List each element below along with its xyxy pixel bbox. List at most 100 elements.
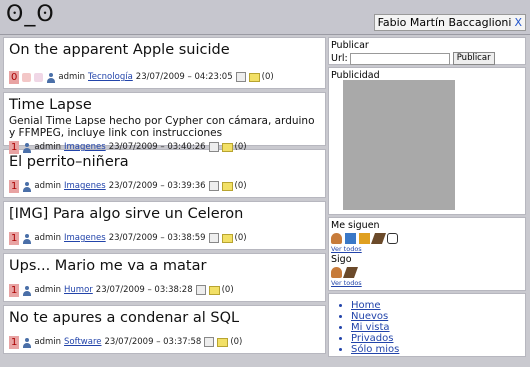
menu-item-nuevos[interactable]: Nuevos	[351, 311, 525, 322]
comment-icon[interactable]	[248, 72, 260, 82]
menu-item-privados[interactable]: Privados	[351, 333, 525, 344]
post-description: Genial Time Lapse hecho por Cypher con c…	[9, 115, 315, 139]
url-input[interactable]	[349, 52, 450, 65]
nav-menu: Home Nuevos Mi vista Privados Sólo mios	[328, 293, 526, 357]
comment-count[interactable]: (0)	[262, 72, 274, 82]
follower-avatar-icon[interactable]	[387, 233, 398, 244]
checkbox-icon[interactable]	[208, 142, 219, 152]
post-date: 23/07/2009 – 03:40:26	[108, 142, 206, 152]
post-item: El perrito–niñera 1 admin Imagenes 23/07…	[3, 149, 326, 198]
post-category-link[interactable]: Imagenes	[64, 142, 106, 152]
post-title[interactable]: No te apures a condenar al SQL	[9, 309, 320, 327]
top-bar: ʘ_ʘ Fabio Martín Baccaglioni X	[0, 0, 530, 35]
score-badge: 1	[9, 283, 20, 297]
user-icon	[22, 181, 32, 192]
post-meta: 1 admin Imagenes 23/07/2009 – 03:39:36 (…	[9, 179, 320, 193]
checkbox-icon[interactable]	[204, 337, 215, 347]
user-box: Fabio Martín Baccaglioni X	[373, 14, 526, 31]
url-row: Url: Publicar	[331, 52, 523, 65]
score-badge: 1	[9, 179, 20, 193]
url-label: Url:	[331, 53, 348, 64]
comment-icon[interactable]	[217, 337, 229, 347]
post-date: 23/07/2009 – 03:38:28	[95, 285, 193, 295]
follow-panel: Me siguen Ver todos Sigo Ver todos	[328, 217, 526, 291]
post-title[interactable]: Time Lapse	[9, 96, 320, 114]
post-title[interactable]: El perrito–niñera	[9, 153, 320, 171]
comment-icon[interactable]	[221, 233, 233, 243]
follower-avatar-icon[interactable]	[359, 233, 370, 244]
follower-avatar-icon[interactable]	[345, 233, 356, 244]
logo[interactable]: ʘ_ʘ	[6, 2, 55, 27]
post-meta: 1 admin Software 23/07/2009 – 03:37:58 (…	[9, 335, 320, 349]
post-item: On the apparent Apple suicide 0 admin Te…	[3, 37, 326, 89]
follower-avatar-icon[interactable]	[370, 233, 387, 244]
comment-icon[interactable]	[221, 181, 233, 191]
user-icon	[46, 72, 56, 83]
post-author: admin	[34, 285, 62, 295]
comment-count[interactable]: (0)	[235, 233, 247, 243]
post-category-link[interactable]: Imagenes	[64, 181, 106, 191]
post-title[interactable]: On the apparent Apple suicide	[9, 41, 320, 59]
post-meta: 1 admin Imagenes 23/07/2009 – 03:38:59 (…	[9, 231, 320, 245]
comment-count[interactable]: (0)	[235, 181, 247, 191]
comment-icon[interactable]	[221, 142, 233, 152]
post-item: Time Lapse Genial Time Lapse hecho por C…	[3, 92, 326, 154]
score-badge: 1	[9, 231, 20, 245]
score-badge: 1	[9, 335, 20, 349]
post-category-link[interactable]: Humor	[64, 285, 93, 295]
comment-count[interactable]: (0)	[222, 285, 234, 295]
menu-item-home[interactable]: Home	[351, 300, 525, 311]
post-author: admin	[34, 233, 62, 243]
post-author: admin	[34, 142, 62, 152]
user-icon	[22, 142, 32, 153]
post-title[interactable]: Ups... Mario me va a matar	[9, 257, 320, 275]
username[interactable]: Fabio Martín Baccaglioni	[378, 16, 512, 29]
publish-panel: Publicar Url: Publicar	[328, 37, 526, 65]
logout-button[interactable]: X	[514, 16, 522, 29]
post-author: admin	[34, 337, 62, 347]
post-date: 23/07/2009 – 03:38:59	[108, 233, 206, 243]
post-item: No te apures a condenar al SQL 1 admin S…	[3, 305, 326, 354]
post-category-link[interactable]: Tecnología	[88, 72, 133, 82]
post-author: admin	[34, 181, 62, 191]
following-see-all-link[interactable]: Ver todos	[331, 279, 523, 287]
checkbox-icon[interactable]	[195, 285, 206, 295]
follower-avatar-icon[interactable]	[331, 233, 342, 244]
vote-up-icon[interactable]	[22, 72, 32, 82]
menu-item-mi-vista[interactable]: Mi vista	[351, 322, 525, 333]
user-icon	[22, 233, 32, 244]
post-item: [IMG] Para algo sirve un Celeron 1 admin…	[3, 201, 326, 250]
post-title[interactable]: [IMG] Para algo sirve un Celeron	[9, 205, 320, 223]
score-badge: 0	[9, 70, 20, 84]
post-feed: On the apparent Apple suicide 0 admin Te…	[3, 37, 326, 367]
post-category-link[interactable]: Software	[64, 337, 101, 347]
checkbox-icon[interactable]	[208, 181, 219, 191]
score-badge: 1	[9, 140, 20, 154]
checkbox-icon[interactable]	[235, 72, 246, 82]
comment-count[interactable]: (0)	[235, 142, 247, 152]
vote-down-icon[interactable]	[34, 72, 44, 82]
post-author: admin	[58, 72, 86, 82]
ad-placeholder[interactable]	[343, 80, 455, 210]
publish-button[interactable]: Publicar	[452, 52, 495, 65]
post-meta: 1 admin Humor 23/07/2009 – 03:38:28 (0)	[9, 283, 320, 297]
following-avatar-icon[interactable]	[342, 267, 359, 278]
comment-count[interactable]: (0)	[230, 337, 242, 347]
publish-title: Publicar	[331, 40, 369, 51]
comment-icon[interactable]	[208, 285, 220, 295]
following-avatar-icon[interactable]	[331, 267, 342, 278]
post-date: 23/07/2009 – 03:37:58	[104, 337, 202, 347]
user-icon	[22, 285, 32, 296]
post-date: 23/07/2009 – 04:23:05	[135, 72, 233, 82]
checkbox-icon[interactable]	[208, 233, 219, 243]
followers-see-all-link[interactable]: Ver todos	[331, 245, 523, 253]
followers-title: Me siguen	[331, 220, 380, 231]
ad-panel: Publicidad	[328, 67, 526, 215]
post-category-link[interactable]: Imagenes	[64, 233, 106, 243]
menu-item-solo-mios[interactable]: Sólo mios	[351, 344, 525, 355]
post-item: Ups... Mario me va a matar 1 admin Humor…	[3, 253, 326, 302]
post-meta: 0 admin Tecnología 23/07/2009 – 04:23:05…	[9, 70, 320, 84]
sidebar: Publicar Url: Publicar Publicidad Me sig…	[328, 37, 526, 367]
post-date: 23/07/2009 – 03:39:36	[108, 181, 206, 191]
user-icon	[22, 337, 32, 348]
